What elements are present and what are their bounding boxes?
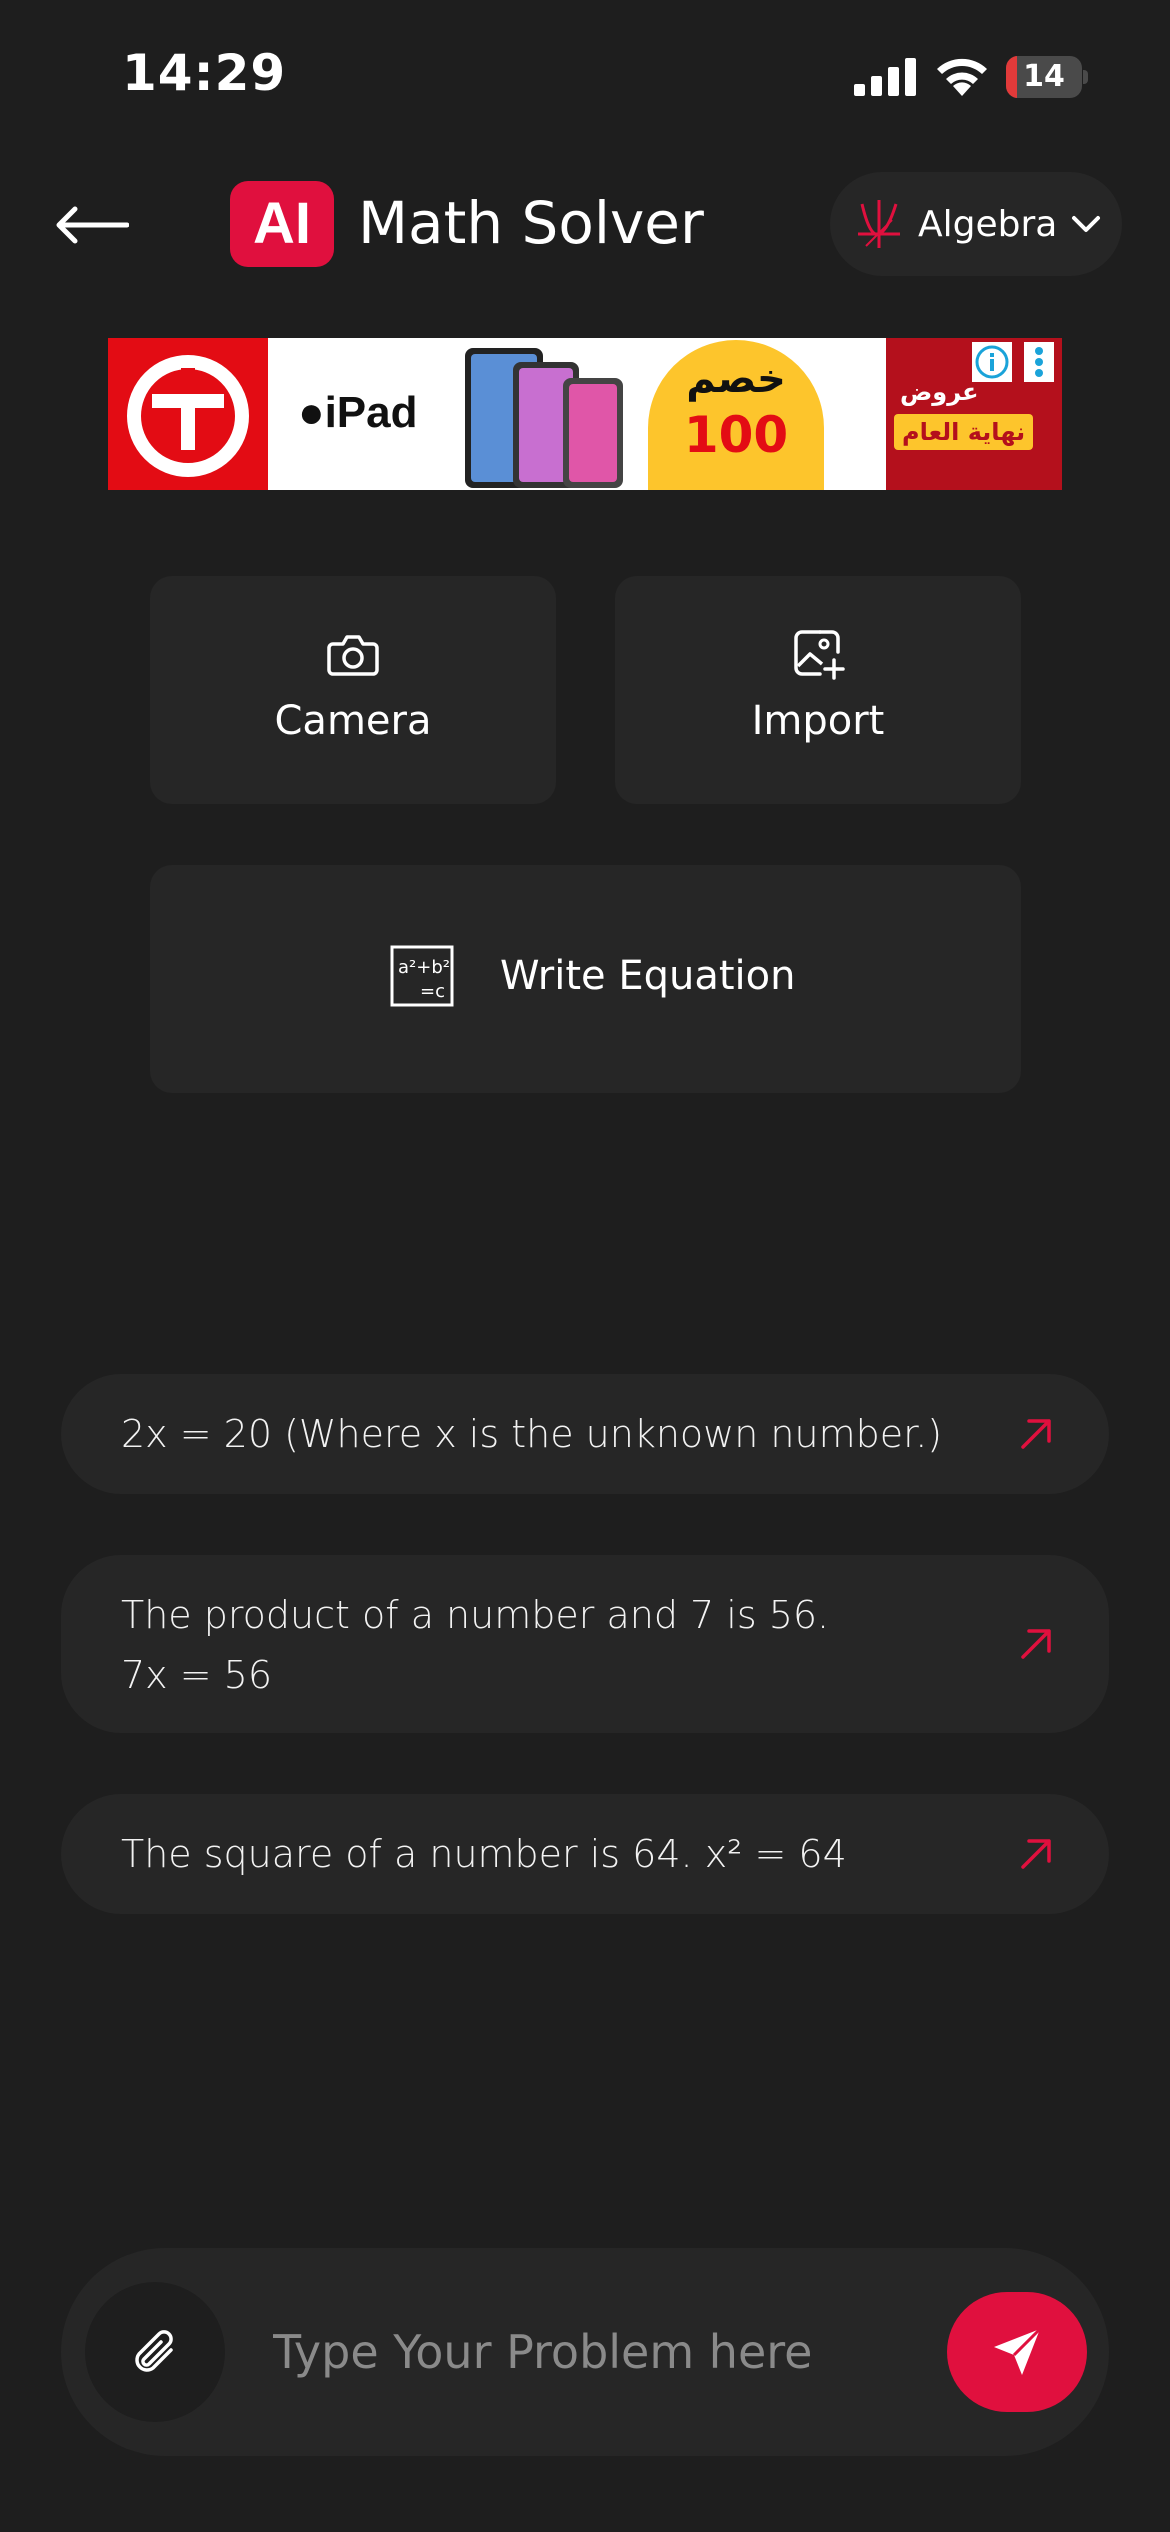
advertiser-logo: [108, 338, 268, 490]
discount-amount: 100: [683, 406, 789, 464]
offer-line-2: نهاية العام: [894, 414, 1034, 450]
suggestion-item[interactable]: 2x = 20 (Where x is the unknown number.): [61, 1374, 1109, 1494]
status-time: 14:29: [122, 44, 287, 102]
wifi-icon: [937, 58, 987, 96]
camera-icon: [327, 635, 379, 676]
ad-banner[interactable]: ●iPad خصم 100 عروض نهاية العام: [108, 338, 1062, 490]
battery-indicator: 14: [1006, 56, 1088, 98]
cellular-signal-icon: [854, 58, 916, 96]
import-label: Import: [751, 698, 885, 744]
store-logo-icon: [127, 355, 249, 477]
send-button[interactable]: [947, 2292, 1087, 2412]
subject-label: Algebra: [918, 203, 1058, 245]
tablets-image: [465, 348, 623, 488]
status-bar: 14:29 14: [0, 0, 1170, 150]
arrow-up-right-icon: [1021, 1419, 1051, 1449]
equation-icon: a²+b² =c: [390, 945, 454, 1007]
arrow-up-right-icon: [1021, 1839, 1051, 1869]
back-button[interactable]: [46, 190, 136, 260]
svg-text:=c: =c: [420, 981, 445, 1002]
discount-label: خصم: [686, 356, 786, 402]
attach-button[interactable]: [85, 2282, 225, 2422]
page-title: Math Solver: [358, 189, 704, 257]
arrow-left-icon: [56, 206, 129, 244]
import-button[interactable]: Import: [615, 576, 1021, 804]
ad-menu-icon[interactable]: [1024, 342, 1054, 382]
paperclip-icon: [135, 2330, 173, 2372]
chevron-down-icon: [1072, 216, 1101, 232]
graph-axes-icon: [858, 200, 900, 248]
problem-input[interactable]: [273, 2312, 973, 2392]
discount-badge: خصم 100: [648, 340, 824, 490]
suggestion-text: 2x = 20 (Where x is the unknown number.): [121, 1412, 943, 1456]
suggestion-text: The square of a number is 64. x² = 64: [121, 1832, 847, 1876]
battery-level: 14: [1023, 59, 1065, 94]
image-add-icon: [794, 630, 845, 680]
ad-brand-text: ●iPad: [298, 388, 418, 437]
apple-icon: ●: [298, 388, 325, 437]
ad-info-icon[interactable]: [972, 342, 1012, 382]
suggestion-item[interactable]: The product of a number and 7 is 56. 7x …: [61, 1555, 1109, 1733]
offer-line-1: عروض: [900, 378, 979, 406]
problem-composer: [61, 2248, 1109, 2456]
arrow-up-right-icon: [1021, 1629, 1051, 1659]
send-icon: [994, 2327, 1042, 2375]
app-logo: AI: [230, 181, 334, 267]
suggestion-item[interactable]: The square of a number is 64. x² = 64: [61, 1794, 1109, 1914]
camera-label: Camera: [274, 698, 432, 744]
write-equation-button[interactable]: a²+b² =c Write Equation: [150, 865, 1021, 1093]
write-equation-label: Write Equation: [500, 953, 796, 999]
suggestion-text: The product of a number and 7 is 56. 7x …: [121, 1593, 830, 1697]
svg-text:a²+b²: a²+b²: [398, 957, 450, 978]
subject-dropdown[interactable]: Algebra: [830, 172, 1122, 276]
camera-button[interactable]: Camera: [150, 576, 556, 804]
